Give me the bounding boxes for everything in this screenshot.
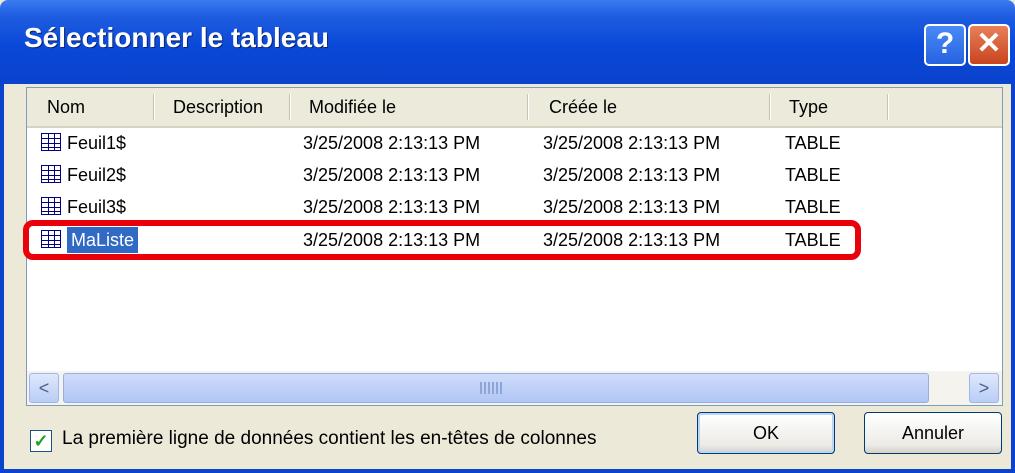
help-button[interactable]: ? [924, 24, 966, 66]
row-modified: 3/25/2008 2:13:13 PM [303, 165, 481, 185]
first-row-headers-label[interactable]: La première ligne de données contient le… [62, 428, 596, 450]
help-icon: ? [935, 27, 955, 60]
red-highlight-annotation [23, 220, 861, 260]
table-icon [41, 133, 61, 151]
cancel-button[interactable]: Annuler [864, 412, 1002, 454]
ok-button[interactable]: OK [697, 412, 835, 454]
column-header-description[interactable]: Description [173, 88, 263, 126]
column-divider[interactable] [153, 94, 154, 120]
column-header-created[interactable]: Créée le [549, 88, 617, 126]
title-bar[interactable]: Sélectionner le tableau ? ✕ [0, 0, 1015, 84]
scrollbar-thumb[interactable] [63, 373, 929, 403]
column-header-modified[interactable]: Modifiée le [309, 88, 396, 126]
row-type: TABLE [785, 165, 841, 185]
table-row[interactable]: Feuil1$ 3/25/2008 2:13:13 PM 3/25/2008 2… [27, 127, 1002, 159]
grip-icon [480, 382, 502, 394]
row-name: Feuil3$ [67, 197, 127, 217]
column-divider[interactable] [527, 94, 528, 120]
scroll-left-button[interactable]: < [29, 373, 59, 403]
row-type: TABLE [785, 197, 841, 217]
column-header-type[interactable]: Type [789, 88, 828, 126]
scroll-right-button[interactable]: > [969, 373, 999, 403]
close-button[interactable]: ✕ [968, 24, 1010, 66]
row-name: Feuil2$ [67, 165, 127, 185]
row-modified: 3/25/2008 2:13:13 PM [303, 197, 481, 217]
select-table-dialog: Sélectionner le tableau ? ✕ Nom Descript… [0, 0, 1015, 473]
chevron-right-icon: > [978, 378, 990, 398]
row-type: TABLE [785, 133, 841, 153]
table-list[interactable]: Nom Description Modifiée le Créée le Typ… [23, 87, 1003, 406]
table-row[interactable]: Feuil3$ 3/25/2008 2:13:13 PM 3/25/2008 2… [27, 191, 1002, 223]
column-header-name[interactable]: Nom [47, 88, 85, 126]
table-icon [41, 197, 61, 215]
row-modified: 3/25/2008 2:13:13 PM [303, 133, 481, 153]
horizontal-scrollbar[interactable]: < > [27, 371, 1002, 405]
column-divider[interactable] [289, 94, 290, 120]
row-created: 3/25/2008 2:13:13 PM [543, 165, 721, 185]
chevron-left-icon: < [38, 378, 50, 398]
list-header: Nom Description Modifiée le Créée le Typ… [27, 88, 1002, 128]
first-row-headers-checkbox[interactable]: ✓ [30, 430, 52, 452]
row-name: Feuil1$ [67, 133, 127, 153]
close-icon: ✕ [976, 27, 1002, 60]
column-divider[interactable] [769, 94, 770, 120]
table-icon [41, 165, 61, 183]
row-created: 3/25/2008 2:13:13 PM [543, 197, 721, 217]
table-row[interactable]: Feuil2$ 3/25/2008 2:13:13 PM 3/25/2008 2… [27, 159, 1002, 191]
column-divider[interactable] [887, 94, 888, 120]
dialog-title: Sélectionner le tableau [24, 22, 329, 53]
checkmark-icon: ✓ [33, 431, 49, 451]
row-created: 3/25/2008 2:13:13 PM [543, 133, 721, 153]
